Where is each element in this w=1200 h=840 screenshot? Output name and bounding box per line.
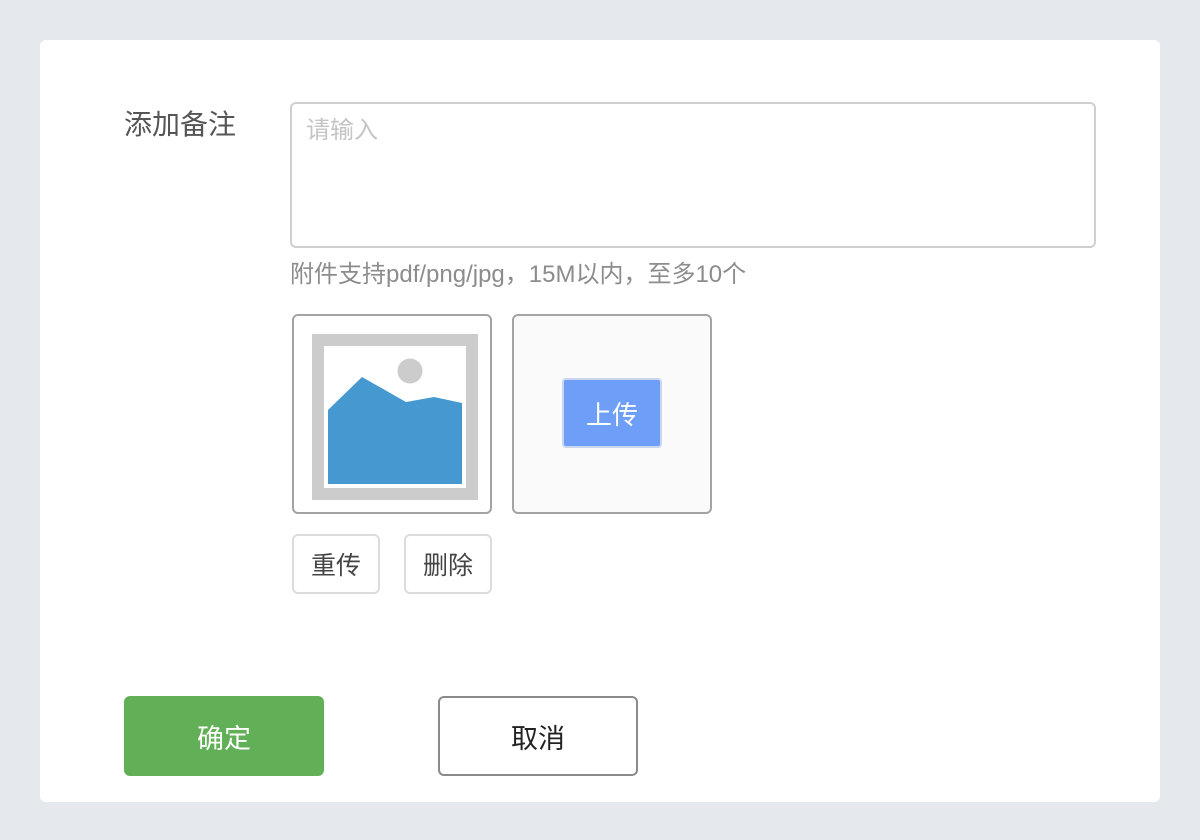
remark-input[interactable] xyxy=(290,102,1096,248)
remark-dialog: 添加备注 附件支持pdf/png/jpg，15M以内，至多10个 上传 重传 删… xyxy=(40,40,1160,802)
delete-button[interactable]: 删除 xyxy=(404,534,492,594)
reupload-button[interactable]: 重传 xyxy=(292,534,380,594)
attachment-preview[interactable] xyxy=(292,314,492,514)
confirm-button[interactable]: 确定 xyxy=(124,696,324,776)
upload-area[interactable]: 上传 xyxy=(512,314,712,514)
attachment-hint: 附件支持pdf/png/jpg，15M以内，至多10个 xyxy=(290,261,747,288)
cancel-button[interactable]: 取消 xyxy=(438,696,638,776)
remark-label: 添加备注 xyxy=(124,109,237,140)
upload-button[interactable]: 上传 xyxy=(562,378,662,448)
image-placeholder-icon xyxy=(312,334,478,500)
